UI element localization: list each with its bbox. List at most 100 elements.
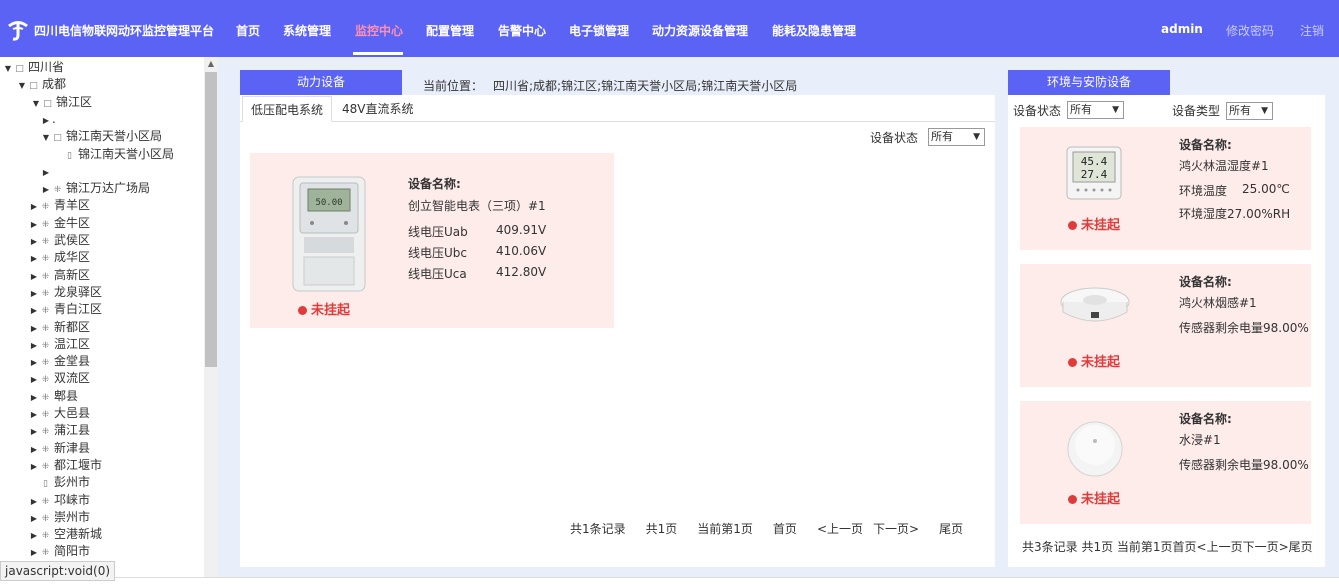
tree-item-label: 金牛区 (54, 215, 91, 230)
tree-item[interactable]: ▶ ⁜ 成华区 (28, 249, 90, 266)
tree-item[interactable]: ▶ ⁜ 金牛区 (28, 215, 90, 232)
tree-item-label: 崇州市 (54, 509, 91, 524)
breadcrumb: 当前位置： 四川省;成都;锦江区;锦江南天誉小区局;锦江南天誉小区局 (423, 77, 797, 94)
collapse-arrow-icon[interactable]: ▶ (28, 527, 40, 544)
collapse-arrow-icon[interactable]: ▶ (28, 233, 40, 250)
tree-item[interactable]: ▶ ⁜ 都江堰市 (28, 457, 102, 474)
collapse-arrow-icon[interactable]: ▶ (28, 510, 40, 527)
collapse-arrow-icon[interactable]: ▶ (28, 216, 40, 233)
nav-energy-hazard[interactable]: 能耗及隐患管理 (772, 22, 856, 39)
env-status-select[interactable]: 所有 ▼ (1067, 101, 1124, 119)
nav-home[interactable]: 首页 (236, 22, 260, 39)
tab-low-voltage[interactable]: 低压配电系统 (242, 96, 333, 122)
reading-text: 环境湿度27.00%RH (1179, 207, 1291, 221)
collapse-arrow-icon[interactable]: ▶ (28, 337, 40, 354)
status-dot-icon (1068, 495, 1077, 504)
display-top: 45.4 (1081, 155, 1108, 168)
collapse-arrow-icon[interactable]: ▶ (28, 441, 40, 458)
tree-item[interactable]: ▶ ⁜ 崇州市 (28, 509, 90, 526)
tree-item[interactable]: ▶ ⁜ 郫县 (28, 388, 78, 405)
tab-power-devices[interactable]: 动力设备 (240, 70, 402, 95)
tree-item[interactable]: ▶ ⁜ 空港新城 (28, 526, 102, 543)
tree-item[interactable]: ▶ ⁜ 青羊区 (28, 197, 90, 214)
tree-item[interactable]: ▼ □ 锦江南天誉小区局 (40, 128, 162, 145)
device-type-select[interactable]: 所有 ▼ (1226, 102, 1273, 120)
nav-monitoring-center[interactable]: 监控中心 (355, 22, 403, 39)
thermo-hygrometer-icon: 45.4 27.4 (1066, 146, 1122, 200)
tree-item[interactable]: ▶ ⁜ 高新区 (28, 267, 90, 284)
tree-item[interactable]: ▶ ⁜ 新津县 (28, 440, 90, 457)
tree-item[interactable]: ▶ ⁜ 简阳市 (28, 543, 90, 560)
expand-arrow-icon[interactable]: ▼ (40, 129, 52, 146)
tab-env-security[interactable]: 环境与安防设备 (1008, 70, 1170, 95)
collapse-arrow-icon[interactable]: ▶ (28, 371, 40, 388)
tree-item[interactable]: ▶ ⁜ 新都区 (28, 319, 90, 336)
tree-item[interactable]: ▶. (40, 111, 56, 128)
device-card[interactable]: 45.4 27.4 未挂起 设备名称: 鸿火林温湿度#1 环境温度 25.00℃… (1020, 127, 1311, 250)
collapse-arrow-icon[interactable]: ▶ (28, 458, 40, 475)
tree-item[interactable]: ▼ □ 四川省 (2, 59, 64, 76)
collapse-arrow-icon[interactable]: ▶ (28, 544, 40, 561)
expand-arrow-icon[interactable]: ▼ (30, 95, 42, 112)
collapse-arrow-icon[interactable]: ▶ (28, 268, 40, 285)
tree-item[interactable]: ▼ □ 成都 (16, 76, 66, 93)
tree-item[interactable]: ▶ ⁜ 金堂县 (28, 353, 90, 370)
tree-item[interactable]: ▯ 锦江南天誉小区局 (52, 146, 174, 163)
nav-system-management[interactable]: 系统管理 (283, 22, 331, 39)
change-password-link[interactable]: 修改密码 (1226, 22, 1274, 39)
current-user[interactable]: admin (1161, 22, 1203, 36)
first-page-link[interactable]: 首页 (773, 522, 797, 536)
region-tree: ▼ □ 四川省 ▼ □ 成都 ▼ □ 锦江区 ▶. ▼ □ 锦江南天誉小区局 ▯ 锦江南天誉小区局 ▶ ▶ ⁜ 锦江… (0, 57, 204, 577)
collapse-arrow-icon[interactable]: ▶ (28, 250, 40, 267)
tree-item-label: 大邑县 (54, 406, 91, 420)
collapse-arrow-icon[interactable]: ▶ (40, 164, 52, 181)
collapse-arrow-icon[interactable]: ▶ (28, 320, 40, 337)
device-status-select[interactable]: 所有 ▼ (928, 128, 985, 146)
collapse-arrow-icon[interactable]: ▶ (28, 389, 40, 406)
tree-item[interactable]: ▶ ⁜ 武侯区 (28, 232, 90, 249)
logout-link[interactable]: 注销 (1300, 22, 1324, 39)
device-card[interactable]: 未挂起 设备名称: 鸿火林烟感#1 传感器剩余电量98.00% (1020, 264, 1311, 387)
tree-item-label: 高新区 (54, 267, 91, 282)
next-page-link[interactable]: 下一页> (873, 522, 919, 536)
collapse-arrow-icon[interactable]: ▶ (28, 423, 40, 440)
tree-item[interactable]: ▶ ⁜ 蒲江县 (28, 422, 90, 439)
collapse-arrow-icon[interactable]: ▶ (28, 302, 40, 319)
prev-page-link[interactable]: <上一页 (817, 522, 863, 536)
collapse-arrow-icon[interactable]: ▶ (28, 354, 40, 371)
tree-item[interactable]: ▶ (40, 163, 52, 180)
collapse-arrow-icon[interactable]: ▶ (28, 406, 40, 423)
expand-arrow-icon[interactable]: ▼ (2, 60, 14, 77)
nav-config-management[interactable]: 配置管理 (426, 22, 474, 39)
tree-item[interactable]: ▯ 彭州市 (28, 474, 90, 491)
tree-item[interactable]: ▼ □ 锦江区 (30, 94, 92, 111)
device-name: 创立智能电表（三项）#1 (408, 199, 546, 213)
collapse-arrow-icon[interactable]: ▶ (28, 493, 40, 510)
scrollbar-thumb[interactable] (205, 72, 217, 367)
device-card[interactable]: 未挂起 设备名称: 水浸#1 传感器剩余电量98.00% (1020, 401, 1311, 524)
env-pagination[interactable]: 共3条记录 共1页 当前第1页首页<上一页下一页>尾页 (1022, 538, 1313, 555)
collapse-arrow-icon[interactable]: ▶ (40, 112, 52, 129)
collapse-arrow-icon[interactable]: ▶ (28, 285, 40, 302)
collapse-arrow-icon[interactable]: ▶ (28, 198, 40, 215)
scroll-up-icon[interactable]: ▲ (204, 59, 218, 68)
last-page-link[interactable]: 尾页 (939, 522, 963, 536)
tree-item-label: . (52, 111, 56, 126)
collapse-arrow-icon[interactable]: ▶ (40, 181, 52, 198)
tree-item[interactable]: ▶ ⁜ 邛崃市 (28, 492, 90, 509)
device-card[interactable]: 50.00 未挂起 设备名称: 创立智能电表（三项）#1 线电压Uab 409.… (250, 153, 614, 328)
tree-item[interactable]: ▶ ⁜ 青白江区 (28, 301, 102, 318)
tree-scrollbar[interactable]: ▲ (204, 57, 218, 577)
tab-48v-dc[interactable]: 48V直流系统 (334, 96, 421, 122)
tree-item[interactable]: ▶ ⁜ 温江区 (28, 336, 90, 353)
link-status-hint: javascript:void(0) (0, 561, 116, 581)
nav-electronic-lock[interactable]: 电子锁管理 (569, 22, 629, 39)
tree-item[interactable]: ▶ ⁜ 龙泉驿区 (28, 284, 102, 301)
nav-power-resource[interactable]: 动力资源设备管理 (652, 22, 748, 39)
tree-item[interactable]: ▶ ⁜ 大邑县 (28, 405, 90, 422)
tree-item[interactable]: ▶ ⁜ 锦江万达广场局 (40, 180, 150, 197)
chevron-down-icon: ▼ (973, 132, 980, 142)
nav-alarm-center[interactable]: 告警中心 (498, 22, 546, 39)
expand-arrow-icon[interactable]: ▼ (16, 77, 28, 94)
tree-item[interactable]: ▶ ⁜ 双流区 (28, 370, 90, 387)
